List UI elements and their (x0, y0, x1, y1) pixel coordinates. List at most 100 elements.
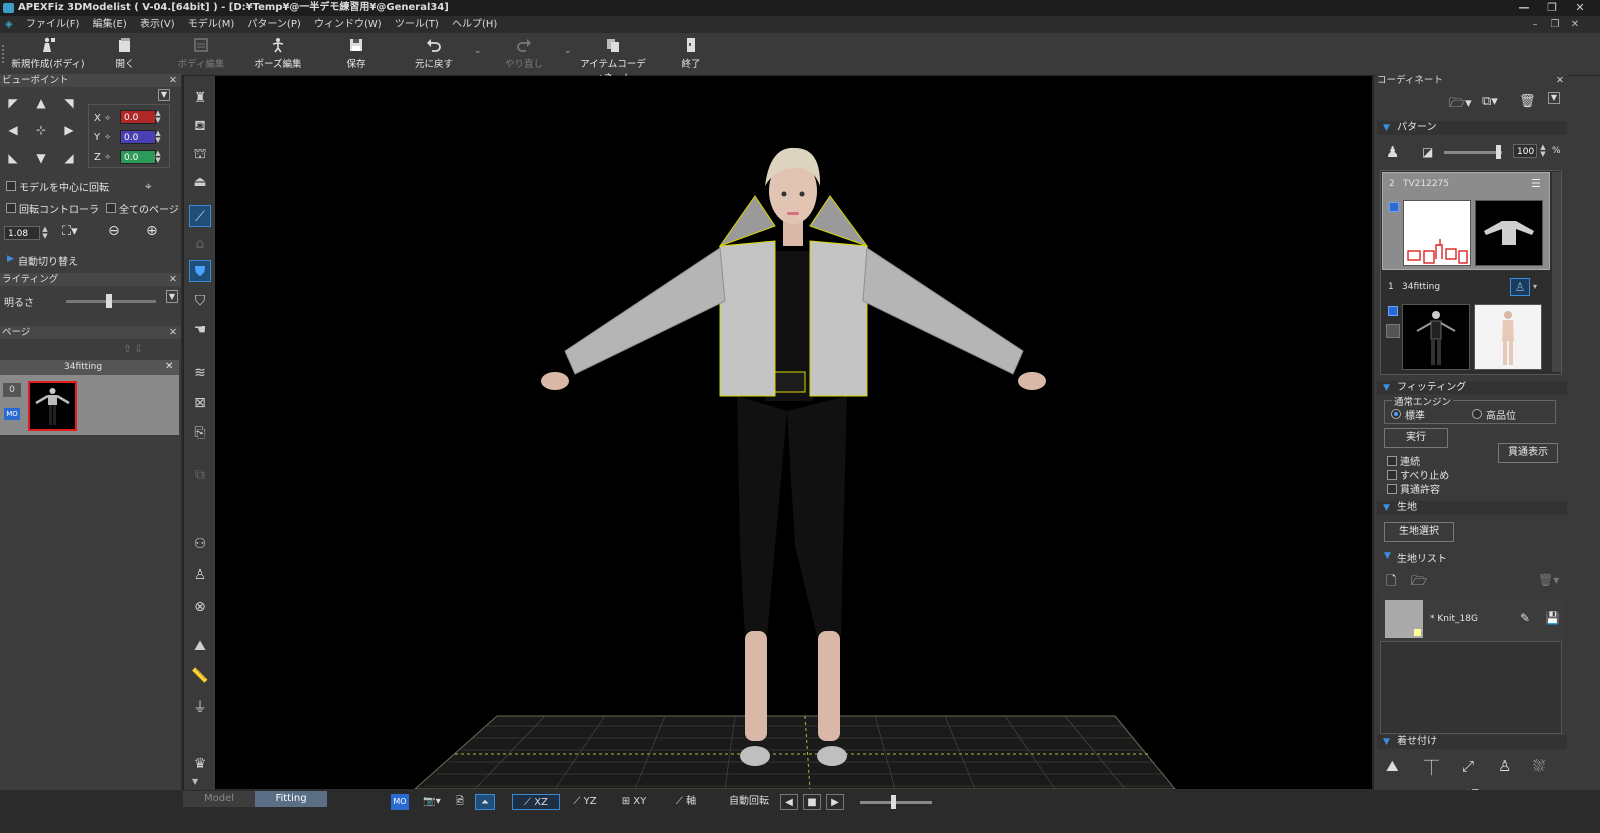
fabric-save-icon[interactable]: 💾 (1545, 611, 1560, 625)
shirt-tool-selected-icon[interactable]: ⛊ (189, 260, 211, 282)
item-coordinate-button[interactable]: アイテムコーディネート (578, 35, 648, 84)
z-spinner[interactable]: ▲ ▼ (153, 150, 163, 164)
new-fabric-icon[interactable]: 🗋 (1386, 572, 1396, 594)
view-up-arrow-icon[interactable]: ▲ (34, 96, 48, 110)
dress-tool-5-icon[interactable]: ⛆ (1533, 757, 1545, 775)
coordinate-menu-icon[interactable]: ▼ (1548, 92, 1560, 104)
opacity-slider-thumb[interactable] (1496, 145, 1501, 159)
mdi-minimize-icon[interactable]: – (1525, 16, 1545, 33)
fabric-list-collapse-icon[interactable]: ▼ (1384, 551, 1391, 561)
minimize-icon[interactable]: — (1510, 0, 1538, 16)
zoom-spinner[interactable]: ▲ ▼ (40, 226, 50, 240)
pattern-item-1-color-swatch[interactable] (1386, 324, 1400, 338)
avatar-mode-icon[interactable]: ♙ (1510, 278, 1530, 296)
x-spinner[interactable]: ▲ ▼ (153, 110, 163, 124)
pattern-tool-disabled-icon[interactable]: ⌂ (189, 233, 211, 255)
dress-tool-1-icon[interactable]: ⛰ (1386, 757, 1399, 775)
engine-high-radio[interactable] (1472, 409, 1482, 419)
menu-model[interactable]: モデル(M) (183, 16, 239, 33)
page-item-close-icon[interactable]: ✕ (165, 361, 173, 372)
avatar-model[interactable] (541, 147, 1046, 766)
menu-view[interactable]: 表示(V) (135, 16, 180, 33)
run-button[interactable]: 実行 (1384, 428, 1448, 448)
pin-tool-icon[interactable]: ⏚ (189, 697, 211, 719)
body-edit-button[interactable]: ボディ編集 (175, 35, 227, 73)
y-spinner[interactable]: ▲ ▼ (153, 130, 163, 144)
floor-toggle-icon[interactable]: ⏶ (475, 794, 495, 810)
dress-tool-2-icon[interactable]: ⏉ (1424, 757, 1439, 778)
link-tool-icon[interactable]: ⊗ (189, 596, 211, 618)
viewpoint-menu-icon[interactable]: ▼ (158, 89, 170, 101)
zoom-in-icon[interactable]: ⊕ (146, 223, 158, 239)
all-pages-checkbox[interactable] (106, 203, 116, 213)
mdi-restore-icon[interactable]: ❐ (1545, 16, 1565, 33)
engine-standard-radio[interactable] (1391, 409, 1401, 419)
garment-tool-2-icon[interactable]: ⛾ (189, 115, 211, 137)
view-down-arrow-icon[interactable]: ▼ (34, 151, 48, 165)
view-left-arrow-icon[interactable]: ◀ (6, 123, 20, 137)
opacity-field[interactable]: 100 (1513, 144, 1537, 158)
save-button[interactable]: 保存 (340, 35, 372, 73)
pattern-item-2-3d-thumb[interactable] (1475, 200, 1543, 266)
menu-file[interactable]: ファイル(F) (21, 16, 85, 33)
xy-plane-button[interactable]: ⊞ XY (612, 794, 656, 810)
fit-view-icon[interactable]: ⛶▾ (62, 224, 78, 239)
tab-fitting[interactable]: Fitting (255, 791, 327, 807)
redo-dropdown-icon[interactable]: ⌄ (564, 46, 572, 56)
menu-pattern[interactable]: パターン(P) (242, 16, 305, 33)
view-bottom-left-arrow-icon[interactable]: ◣ (6, 151, 20, 165)
cross-tool-icon[interactable]: ⊠ (189, 392, 211, 414)
restore-icon[interactable]: ❐ (1538, 0, 1566, 16)
3d-viewport[interactable] (215, 76, 1372, 789)
hand-tool-icon[interactable]: ☚ (189, 319, 211, 341)
continuous-checkbox[interactable] (1387, 456, 1397, 466)
camera-icon[interactable]: 📷▾ (420, 794, 444, 810)
ruler-tool-icon[interactable]: 📏 (189, 665, 211, 687)
auto-switch-expand-icon[interactable]: ▶ (7, 254, 14, 264)
delete-icon[interactable]: 🗑 (1519, 94, 1536, 109)
undo-dropdown-icon[interactable]: ⌄ (474, 46, 482, 56)
fold-tool-icon[interactable]: ⎘ (189, 422, 211, 444)
pattern-item-1-checkbox[interactable] (1388, 306, 1398, 316)
rotate-center-checkbox[interactable] (6, 181, 16, 191)
view-top-right-arrow-icon[interactable]: ◥ (62, 96, 76, 110)
delete-fabric-icon[interactable]: 🗑▾ (1538, 573, 1559, 587)
open-folder-icon[interactable]: 🗁▾ (1449, 94, 1472, 116)
pattern-item-2-checkbox[interactable] (1389, 202, 1399, 212)
dress-tool-3-icon[interactable]: ⤢ (1462, 757, 1474, 775)
body-single-icon[interactable]: ♙ (189, 564, 211, 586)
fabric-edit-icon[interactable]: ✎ (1520, 611, 1530, 625)
view-top-left-arrow-icon[interactable]: ◤ (6, 96, 20, 110)
view-reset-icon[interactable]: ⊹ (34, 123, 48, 137)
lighting-close-icon[interactable]: ✕ (169, 273, 177, 286)
rotate-right-icon[interactable]: ▶ (826, 794, 844, 810)
coordinate-close-icon[interactable]: ✕ (1556, 74, 1564, 87)
view-bottom-right-arrow-icon[interactable]: ◢ (62, 151, 76, 165)
y-value-field[interactable]: 0.0 (120, 130, 156, 144)
undo-button[interactable]: 元に戻す (410, 35, 458, 73)
pattern-list-scrollbar[interactable] (1552, 172, 1561, 372)
fabric-section-header[interactable]: ▼ 生地 (1377, 501, 1567, 515)
axis-button[interactable]: ⟋ 軸 (664, 794, 708, 810)
penetration-display-button[interactable]: 貫通表示 (1498, 443, 1558, 463)
pattern-item-2[interactable]: 2 TV212275 ☰ (1382, 172, 1550, 270)
tab-model[interactable]: Model (183, 791, 255, 807)
dress-form-icon[interactable]: ⛰ (189, 635, 211, 657)
menu-tools[interactable]: ツール(T) (390, 16, 444, 33)
rotate-speed-slider-thumb[interactable] (891, 795, 896, 809)
image-icon[interactable]: 🖻 (450, 794, 470, 810)
center-target-icon[interactable]: ⌖ (145, 179, 152, 194)
menu-edit[interactable]: 編集(E) (88, 16, 132, 33)
penetration-allow-checkbox[interactable] (1387, 484, 1397, 494)
page-item[interactable]: 34fitting ✕ 0 MO (0, 360, 179, 435)
close-icon[interactable]: ✕ (1566, 0, 1594, 16)
pattern-item-1[interactable]: 1 34fitting ♙ ▾ (1382, 276, 1550, 374)
garment-tool-4-icon[interactable]: ⏏ (189, 171, 211, 193)
pose-edit-button[interactable]: ポーズ編集 (252, 35, 304, 73)
page-move-up-icon[interactable]: ⇧ ⇩ (123, 344, 143, 355)
rotate-stop-icon[interactable]: ■ (803, 794, 821, 810)
xz-plane-button[interactable]: ⟋ XZ (512, 794, 560, 810)
pattern-item-2-pattern-thumb[interactable] (1403, 200, 1471, 266)
zoom-out-icon[interactable]: ⊖ (108, 223, 120, 239)
view-right-arrow-icon[interactable]: ▶ (62, 123, 76, 137)
